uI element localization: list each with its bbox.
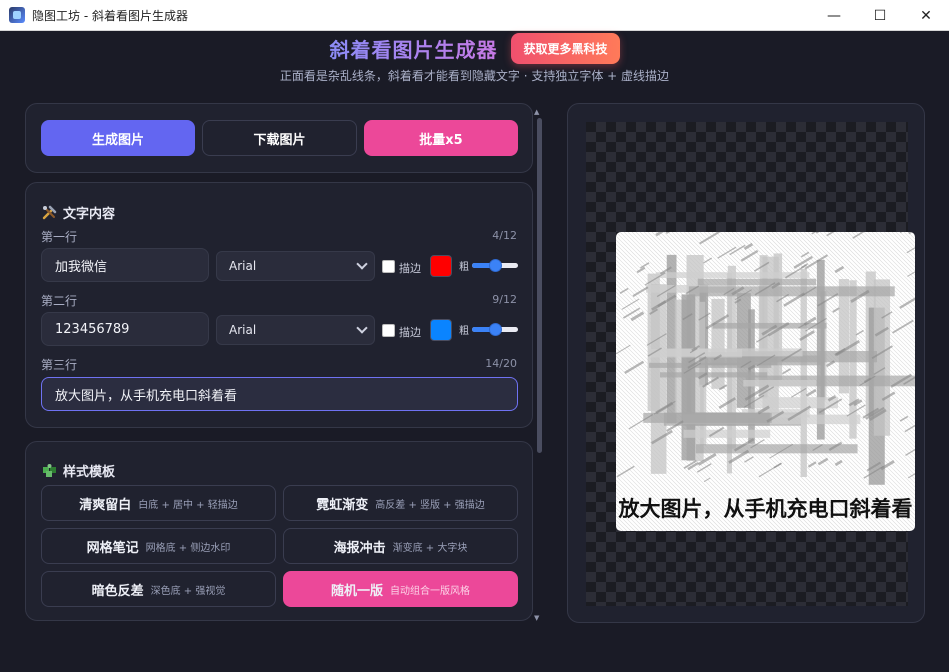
app-header: 斜着看图片生成器 获取更多黑科技	[0, 32, 949, 64]
transparency-checkerboard: 放大图片，从手机充电口斜着看	[586, 122, 915, 606]
style-section-label: 样式模板	[63, 465, 116, 480]
row3-count: 14/20	[485, 357, 517, 370]
row2-color-swatch[interactable]	[430, 319, 452, 341]
template-desc: 自动组合一版风格	[390, 585, 470, 597]
maximize-button[interactable]: ☐	[857, 0, 903, 31]
preview-panel: 放大图片，从手机充电口斜着看	[567, 103, 925, 623]
template-name: 霓虹渐变	[316, 497, 369, 513]
template-dark[interactable]: 暗色反差 深色底 + 强视觉	[41, 571, 276, 607]
chevron-down-icon	[356, 258, 368, 270]
window-title: 隐图工坊 - 斜着看图片生成器	[32, 8, 188, 23]
actions-panel: 生成图片 下载图片 批量x5	[25, 103, 533, 173]
template-name: 暗色反差	[91, 583, 144, 599]
minimize-button[interactable]: —	[811, 0, 857, 31]
template-name: 清爽留白	[79, 497, 132, 513]
template-desc: 高反差 + 竖版 + 强描边	[375, 499, 485, 511]
template-desc: 深色底 + 强视觉	[150, 585, 226, 597]
preview-image: 放大图片，从手机充电口斜着看	[616, 232, 915, 531]
row1-stroke-checkbox[interactable]	[382, 260, 395, 273]
row1-stroke-label: 描边	[399, 262, 421, 275]
window-titlebar: 隐图工坊 - 斜着看图片生成器 — ☐ ✕	[0, 0, 949, 31]
puzzle-icon	[43, 464, 56, 477]
row1-font-select[interactable]: Arial	[216, 251, 375, 281]
template-grid[interactable]: 网格笔记 网格底 + 侧边水印	[41, 528, 276, 564]
row3-text-input[interactable]: 放大图片，从手机充电口斜着看	[41, 377, 518, 411]
text-content-panel: 文字内容 第一行 4/12 加我微信 Arial 描边 粗 第二行 9/12 1…	[25, 182, 533, 428]
row1-text-input[interactable]: 加我微信	[41, 248, 209, 282]
app-icon	[9, 7, 25, 23]
preview-caption: 放大图片，从手机充电口斜着看	[618, 497, 913, 521]
download-button[interactable]: 下载图片	[202, 120, 357, 156]
template-desc: 网格底 + 侧边水印	[145, 542, 231, 554]
row1-color-swatch[interactable]	[430, 255, 452, 277]
template-desc: 白底 + 居中 + 轻描边	[138, 499, 238, 511]
generate-button[interactable]: 生成图片	[41, 120, 195, 156]
template-poster[interactable]: 海报冲击 渐变底 + 大字块	[283, 528, 518, 564]
preview-line-pattern	[616, 232, 915, 531]
scroll-up-icon[interactable]: ▲	[534, 108, 539, 116]
close-button[interactable]: ✕	[903, 0, 949, 31]
slider-knob[interactable]	[489, 259, 502, 272]
row1-label: 第一行	[41, 230, 78, 244]
style-template-panel: 样式模板 清爽留白 白底 + 居中 + 轻描边 霓虹渐变 高反差 + 竖版 + …	[25, 441, 533, 621]
template-random[interactable]: 随机一版 自动组合一版风格	[283, 571, 518, 607]
scroll-down-icon[interactable]: ▼	[534, 614, 539, 622]
row2-stroke-checkbox[interactable]	[382, 324, 395, 337]
row1-bold-label: 粗	[459, 262, 469, 273]
left-scrollbar[interactable]	[537, 118, 542, 453]
row2-font-value: Arial	[229, 323, 257, 337]
template-neon[interactable]: 霓虹渐变 高反差 + 竖版 + 强描边	[283, 485, 518, 521]
batch-button[interactable]: 批量x5	[364, 120, 518, 156]
template-name: 网格笔记	[86, 540, 139, 556]
template-desc: 渐变底 + 大字块	[392, 542, 468, 554]
row2-bold-slider[interactable]	[472, 323, 518, 336]
chevron-down-icon	[356, 322, 368, 334]
row1-font-value: Arial	[229, 259, 257, 273]
row2-bold-label: 粗	[459, 326, 469, 337]
tools-icon	[42, 205, 57, 220]
text-section-label: 文字内容	[63, 207, 116, 222]
slider-knob[interactable]	[489, 323, 502, 336]
app-title: 斜着看图片生成器	[329, 34, 497, 63]
row2-label: 第二行	[41, 294, 78, 308]
app-subtitle: 正面看是杂乱线条，斜着看才能看到隐藏文字 · 支持独立字体 + 虚线描边	[279, 69, 670, 83]
template-name: 随机一版	[330, 583, 383, 599]
promo-button[interactable]: 获取更多黑科技	[511, 32, 620, 64]
row2-stroke-label: 描边	[399, 326, 421, 339]
template-fresh[interactable]: 清爽留白 白底 + 居中 + 轻描边	[41, 485, 276, 521]
row2-text-input[interactable]: 123456789	[41, 312, 209, 346]
row2-count: 9/12	[492, 293, 517, 306]
window-controls: — ☐ ✕	[811, 0, 949, 31]
text-section-title: 文字内容	[42, 203, 115, 222]
row3-label: 第三行	[41, 358, 78, 372]
style-section-title: 样式模板	[42, 461, 115, 480]
row1-bold-slider[interactable]	[472, 259, 518, 272]
template-name: 海报冲击	[333, 540, 386, 556]
row1-count: 4/12	[492, 229, 517, 242]
row2-font-select[interactable]: Arial	[216, 315, 375, 345]
